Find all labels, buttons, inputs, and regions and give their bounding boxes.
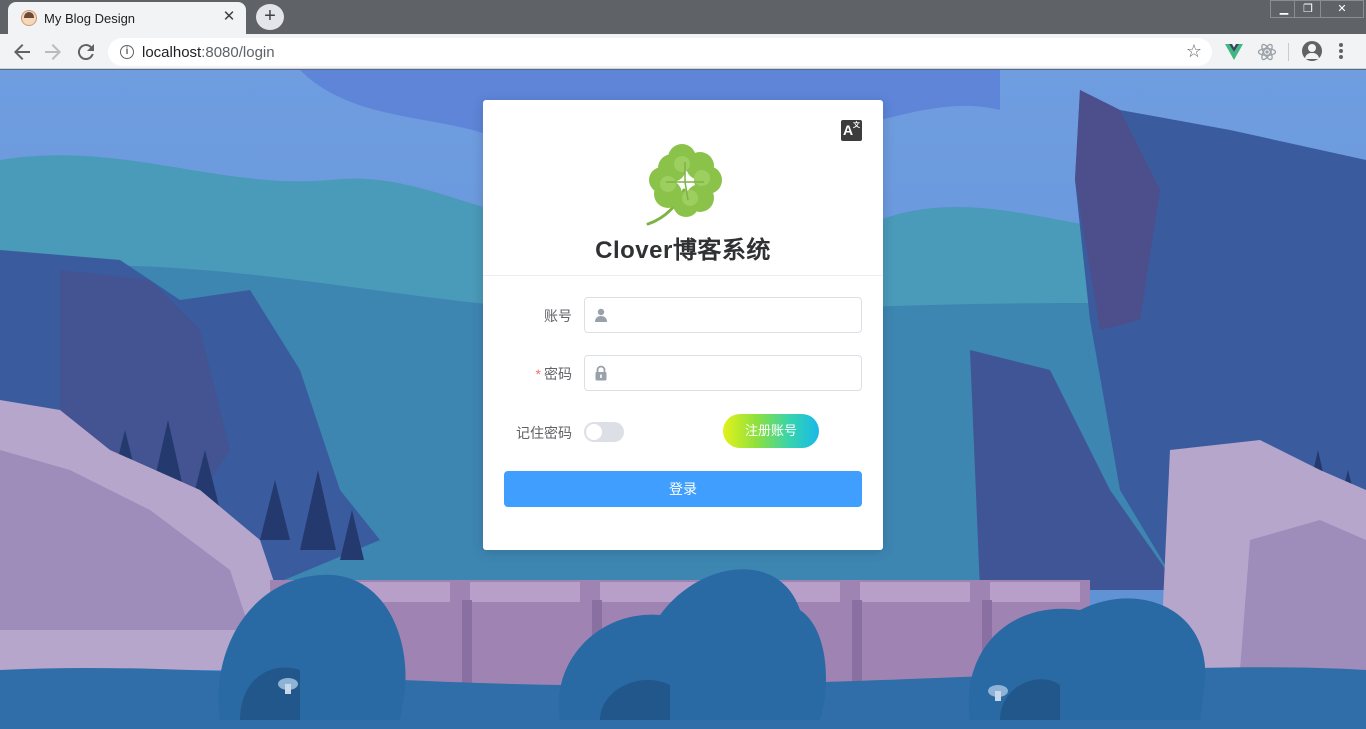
- account-input[interactable]: [584, 297, 862, 333]
- browser-menu-icon[interactable]: [1338, 42, 1344, 62]
- password-input[interactable]: [584, 355, 862, 391]
- required-mark: *: [535, 366, 541, 382]
- browser-tab-bar: My Blog Design ✕ + ▁ ❐ ✕: [0, 0, 1366, 34]
- lock-icon: [595, 365, 607, 381]
- react-devtools-icon[interactable]: [1257, 42, 1277, 62]
- browser-toolbar: i localhost:8080/login ☆: [0, 34, 1366, 69]
- browser-tab[interactable]: My Blog Design ✕: [8, 2, 246, 34]
- tab-title: My Blog Design: [44, 11, 136, 26]
- remember-label: 记住密码: [516, 425, 572, 441]
- star-icon[interactable]: ☆: [1186, 41, 1202, 62]
- address-bar[interactable]: i localhost:8080/login ☆: [108, 38, 1212, 66]
- password-label: * 密码: [535, 366, 572, 382]
- tab-close-icon[interactable]: ✕: [220, 8, 238, 26]
- favicon-icon: [21, 10, 37, 26]
- forward-arrow-icon[interactable]: [41, 40, 65, 64]
- url-text: localhost:8080/login: [142, 44, 275, 61]
- info-icon[interactable]: i: [120, 45, 134, 59]
- back-arrow-icon[interactable]: [10, 40, 34, 64]
- new-tab-button[interactable]: +: [256, 4, 284, 30]
- register-button[interactable]: 注册账号: [723, 414, 819, 448]
- title-divider: [483, 275, 883, 276]
- profile-icon[interactable]: [1302, 41, 1322, 61]
- user-icon: [595, 308, 607, 322]
- window-maximize-button[interactable]: ❐: [1294, 0, 1322, 18]
- login-card: A文 Clover博客系统 账号 * 密码 记住密码 注册账号 登录: [483, 100, 883, 550]
- login-page: A文 Clover博客系统 账号 * 密码 记住密码 注册账号 登录: [0, 70, 1366, 729]
- toolbar-separator: [1288, 43, 1289, 61]
- translate-icon[interactable]: A文: [841, 120, 862, 141]
- window-close-button[interactable]: ✕: [1320, 0, 1364, 18]
- vue-devtools-icon[interactable]: [1224, 42, 1244, 62]
- login-button[interactable]: 登录: [504, 471, 862, 507]
- account-label: 账号: [544, 308, 572, 324]
- remember-password-switch[interactable]: [584, 422, 624, 442]
- reload-icon[interactable]: [74, 40, 98, 64]
- switch-knob: [586, 424, 602, 440]
- page-title: Clover博客系统: [595, 237, 771, 264]
- clover-logo-icon: [646, 144, 722, 226]
